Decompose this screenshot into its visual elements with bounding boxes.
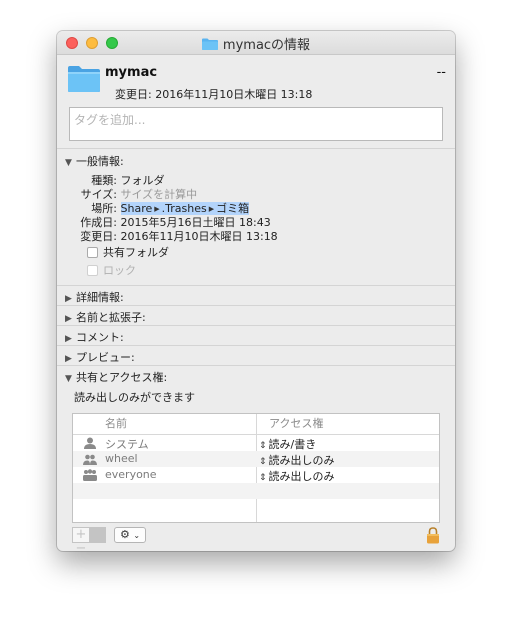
empty-row <box>73 499 439 515</box>
gear-icon: ⚙ <box>119 528 130 541</box>
info-window: mymacの情報 mymac -- 変更日: 2016年11月10日木曜日 13… <box>57 31 455 551</box>
lock-icon[interactable] <box>426 527 440 544</box>
window-title-wrap: mymacの情報 <box>57 34 455 53</box>
preview-section[interactable]: ▶ プレビュー: <box>57 345 455 365</box>
chevron-down-icon: ⌄ <box>133 531 141 540</box>
shared-folder-checkbox[interactable]: 共有フォルダ <box>87 244 169 260</box>
disclosure-closed-icon: ▶ <box>65 314 72 324</box>
remove-button: − <box>75 541 87 551</box>
path-arrow-icon: ▶ <box>154 205 160 213</box>
sharing-section-header[interactable]: ▼ 共有とアクセス権: <box>65 369 167 385</box>
table-row[interactable]: システム ⇕ 読み/書き <box>73 435 439 451</box>
table-row[interactable]: wheel ⇕ 読み出しのみ <box>73 451 439 467</box>
everyone-icon <box>83 469 97 481</box>
disclosure-closed-icon: ▶ <box>65 334 72 344</box>
disclosure-closed-icon: ▶ <box>65 294 72 304</box>
folder-icon <box>201 38 218 50</box>
action-menu-button[interactable]: ⚙ ⌄ <box>114 527 146 543</box>
sharing-status: 読み出しのみができます <box>74 391 195 404</box>
file-size: -- <box>436 65 446 80</box>
header-area: mymac -- 変更日: 2016年11月10日木曜日 13:18 タグを追加… <box>57 55 455 147</box>
permissions-toolbar: +− ⚙ ⌄ <box>72 527 440 551</box>
updown-icon: ⇕ <box>259 457 267 467</box>
updown-icon: ⇕ <box>259 441 267 451</box>
add-button: + <box>75 527 87 542</box>
column-header-name[interactable]: 名前 <box>105 414 127 434</box>
general-section-header[interactable]: ▼ 一般情報: <box>65 153 124 169</box>
column-header-privilege[interactable]: アクセス権 <box>269 414 323 434</box>
title-bar[interactable]: mymacの情報 <box>57 31 455 55</box>
table-row[interactable]: everyone ⇕ 読み出しのみ <box>73 467 439 483</box>
updown-icon: ⇕ <box>259 473 267 483</box>
name-extension-section[interactable]: ▶ 名前と拡張子: <box>57 305 455 325</box>
modified-row: 変更日: 2016年11月10日木曜日 13:18 <box>80 230 278 243</box>
privilege-popup[interactable]: ⇕ 読み出しのみ <box>259 468 335 484</box>
more-info-section[interactable]: ▶ 詳細情報: <box>57 285 455 305</box>
add-remove-buttons: +− <box>72 527 106 551</box>
empty-row <box>73 483 439 499</box>
disclosure-open-icon: ▼ <box>65 374 72 384</box>
locked-checkbox: ロック <box>87 262 136 278</box>
window-title: mymacの情報 <box>222 38 311 53</box>
tags-input[interactable]: タグを追加... <box>69 107 443 141</box>
disclosure-closed-icon: ▶ <box>65 354 72 364</box>
file-name: mymac <box>105 65 158 80</box>
permissions-table[interactable]: 名前 アクセス権 システム ⇕ 読み/書き wheel ⇕ 読み出しのみ eve… <box>72 413 440 523</box>
group-icon <box>83 454 97 465</box>
privilege-popup[interactable]: ⇕ 読み/書き <box>259 436 316 452</box>
general-section: ▼ 一般情報: 種類: フォルダ サイズ: サイズを計算中 場所: Share ▶.… <box>57 148 455 284</box>
path-arrow-icon: ▶ <box>208 205 215 213</box>
user-icon <box>84 437 96 449</box>
modified-summary: 変更日: 2016年11月10日木曜日 13:18 <box>115 88 313 101</box>
comments-section[interactable]: ▶ コメント: <box>57 325 455 345</box>
large-folder-icon <box>68 66 100 92</box>
privilege-popup[interactable]: ⇕ 読み出しのみ <box>259 452 335 468</box>
disclosure-open-icon[interactable]: ▼ <box>65 158 76 168</box>
